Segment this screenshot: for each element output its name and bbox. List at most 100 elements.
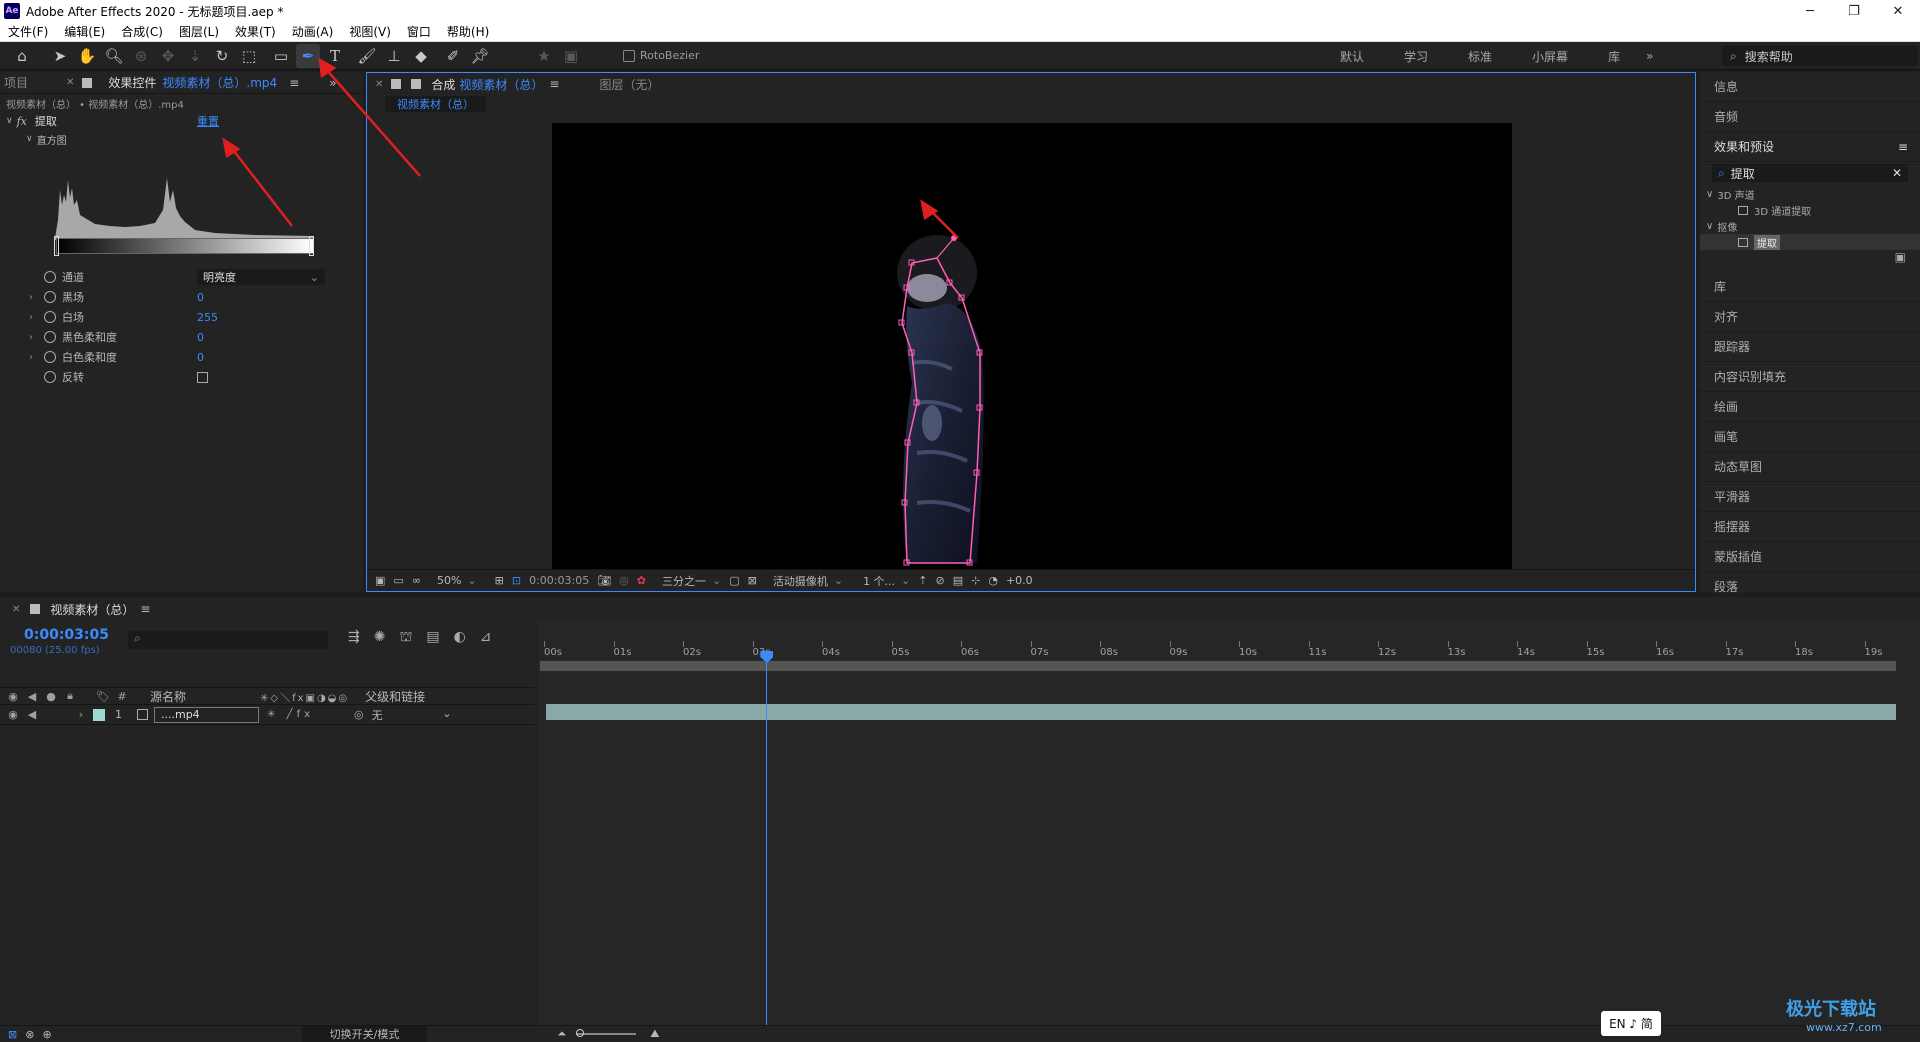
chevron-down-icon[interactable]: ∨	[1706, 189, 1713, 200]
expand-arrow-icon[interactable]: ›	[24, 332, 38, 343]
stopwatch-icon[interactable]	[44, 371, 56, 383]
expand-arrow-icon[interactable]: ›	[24, 292, 38, 303]
stopwatch-icon[interactable]	[44, 351, 56, 363]
close-tab-icon[interactable]: ✕	[375, 79, 383, 90]
monitor-icon[interactable]: ▭	[393, 574, 403, 587]
parent-pickwhip-icon[interactable]: ◎	[354, 708, 364, 721]
comp-flowchart-icon[interactable]: ⇶	[348, 629, 360, 647]
zoom-slider[interactable]	[576, 1029, 637, 1037]
menu-animation[interactable]: 动画(A)	[284, 23, 342, 40]
workspace-small-screen[interactable]: 小屏幕	[1512, 48, 1588, 65]
transparency-grid-icon[interactable]: ⊠	[748, 574, 757, 587]
eye-icon[interactable]: ◉	[6, 689, 20, 703]
ime-indicator[interactable]: EN ♪ 简	[1601, 1011, 1661, 1036]
pan-camera-icon[interactable]: ✥	[156, 44, 180, 68]
home-icon[interactable]: ⌂	[10, 44, 34, 68]
menu-help[interactable]: 帮助(H)	[439, 23, 497, 40]
layer-switches[interactable]: ✳ ╱fx	[267, 709, 314, 720]
expand-arrow-icon[interactable]: ›	[24, 312, 38, 323]
snapshot-icon[interactable]: 📷︎	[597, 574, 611, 587]
zoom-out-icon[interactable]: ⏶	[557, 1027, 566, 1041]
toggle-switches-modes[interactable]: 切换开关/模式	[301, 1026, 428, 1042]
fit-icon[interactable]: ⊞	[495, 574, 504, 587]
mask-visibility-icon[interactable]: ⊡	[512, 574, 521, 587]
property-black-point-value[interactable]: 0	[197, 291, 204, 304]
lock-icon[interactable]	[391, 79, 402, 89]
tree-folder-3d-channel[interactable]: ∨ 3D 声道	[1700, 186, 1920, 202]
property-white-softness-value[interactable]: 0	[197, 351, 204, 364]
shy-layers-icon[interactable]: ⛫	[399, 629, 412, 647]
panel-smoother[interactable]: 平滑器	[1700, 482, 1920, 512]
eraser-tool-icon[interactable]: ◆	[409, 44, 433, 68]
tab-timeline-comp[interactable]: 视频素材（总）	[50, 601, 134, 618]
eye-icon[interactable]: ◉	[6, 708, 20, 722]
panel-brushes[interactable]: 画笔	[1700, 422, 1920, 452]
layer-duration-bar[interactable]	[546, 704, 1896, 720]
clear-search-icon[interactable]: ✕	[1892, 166, 1902, 180]
menu-layer[interactable]: 图层(L)	[171, 23, 227, 40]
audio-icon[interactable]: ◀	[25, 689, 39, 703]
minimize-icon[interactable]: ─	[1788, 0, 1832, 22]
expand-panels-icon[interactable]: »	[329, 76, 336, 90]
property-white-point[interactable]: › 白场 255	[0, 307, 340, 327]
chevron-down-icon[interactable]: ∨	[1706, 221, 1713, 232]
search-help-field[interactable]: ⌕ 搜索帮助	[1722, 46, 1918, 66]
effect-header-row[interactable]: ∨ fx 提取 重置	[0, 112, 363, 130]
panel-align[interactable]: 对齐	[1700, 302, 1920, 332]
rotobezier-option[interactable]: RotoBezier	[623, 49, 699, 62]
show-snapshot-icon[interactable]: ◎	[619, 574, 629, 587]
panel-libraries[interactable]: 库	[1700, 272, 1920, 302]
rotobezier-checkbox[interactable]	[623, 49, 635, 62]
property-white-point-value[interactable]: 255	[197, 311, 218, 324]
expand-arrow-icon[interactable]: ›	[24, 352, 38, 363]
histogram-header-row[interactable]: ∨ 直方图	[0, 130, 363, 148]
motion-blur-icon[interactable]: ◐	[454, 629, 466, 647]
panel-motion-sketch[interactable]: 动态草图	[1700, 452, 1920, 482]
dolly-camera-icon[interactable]: ⇣	[183, 44, 207, 68]
layer-expand-icon[interactable]: ›	[74, 708, 88, 722]
timeline-icon[interactable]: ▤	[953, 574, 963, 587]
tab-effect-source[interactable]: 视频素材（总）.mp4	[162, 74, 277, 91]
vr-glasses-icon[interactable]: ∞	[412, 574, 421, 587]
property-channel[interactable]: 通道 明亮度 ⌄	[0, 267, 340, 287]
hand-tool-icon[interactable]: ✋	[75, 44, 99, 68]
fast-previews-icon[interactable]: ⊘	[936, 574, 945, 587]
lock-icon[interactable]	[82, 77, 93, 88]
panel-paint[interactable]: 绘画	[1700, 392, 1920, 422]
reset-exposure-icon[interactable]: ◔	[988, 574, 998, 587]
col-parent-link[interactable]: 父级和链接	[365, 688, 425, 705]
col-source-name[interactable]: 源名称	[150, 688, 260, 705]
workspace-more-icon[interactable]: »	[1640, 49, 1659, 63]
property-invert[interactable]: 反转	[0, 367, 340, 387]
restore-icon[interactable]: ❐	[1832, 0, 1876, 22]
resolution-dropdown[interactable]: 三分之一	[654, 573, 721, 589]
panel-menu-icon[interactable]: ≡	[549, 77, 559, 91]
panel-content-aware-fill[interactable]: 内容识别填充	[1700, 362, 1920, 392]
property-black-softness[interactable]: › 黑色柔和度 0	[0, 327, 340, 347]
menu-effect[interactable]: 效果(T)	[227, 23, 284, 40]
stopwatch-icon[interactable]	[44, 291, 56, 303]
fx-icon[interactable]: fx	[17, 115, 27, 128]
black-point-handle[interactable]	[54, 236, 59, 256]
stopwatch-icon[interactable]	[44, 271, 56, 283]
always-preview-icon[interactable]: ▣	[375, 574, 385, 587]
color-channels-icon[interactable]: ✿	[637, 574, 646, 587]
reset-link[interactable]: 重置	[197, 113, 219, 129]
tab-effect-controls[interactable]: 效果控件	[108, 74, 156, 91]
invert-checkbox[interactable]	[197, 371, 208, 383]
frame-blending-icon[interactable]: ▤	[426, 629, 439, 647]
close-icon[interactable]: ✕	[1876, 0, 1920, 22]
views-dropdown[interactable]: 1 个...	[855, 573, 910, 589]
flowchart-icon[interactable]: ⊹	[971, 574, 980, 587]
layer-label-color[interactable]	[93, 708, 105, 721]
solo-icon[interactable]: ●	[44, 689, 58, 703]
brush-tool-icon[interactable]: 🖌︎	[355, 44, 379, 68]
zoom-tool-icon[interactable]: 🔍︎	[102, 44, 126, 68]
menu-file[interactable]: 文件(F)	[0, 23, 56, 40]
panel-effects-presets[interactable]: 效果和预设 ≡	[1700, 132, 1920, 162]
collapse-chevron-icon[interactable]: ∨	[6, 116, 13, 126]
work-area-bar[interactable]	[540, 661, 1896, 671]
property-white-softness[interactable]: › 白色柔和度 0	[0, 347, 340, 367]
zoom-slider-knob[interactable]	[576, 1029, 585, 1037]
workspace-learn[interactable]: 学习	[1384, 48, 1448, 65]
